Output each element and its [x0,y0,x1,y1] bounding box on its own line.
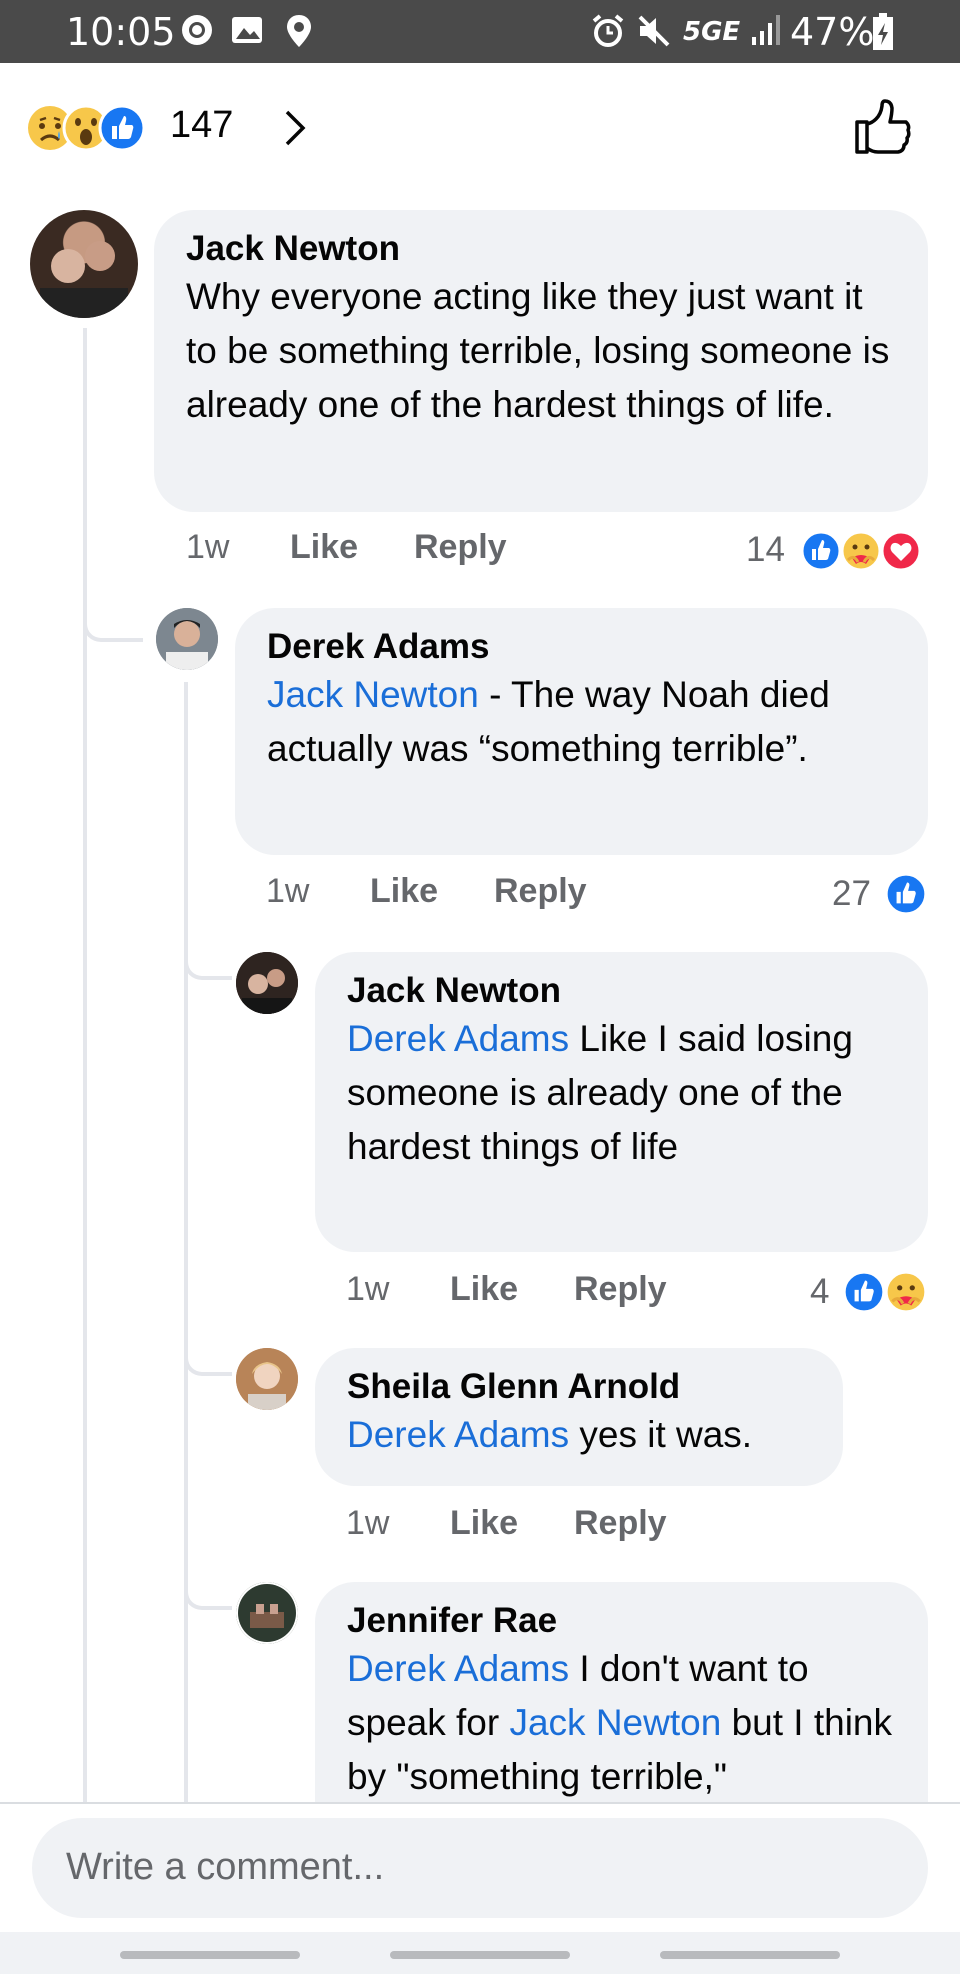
comment-text: Jack Newton - The way Noah died actually… [267,674,830,769]
comment-actions: 1w Like Reply [346,1270,928,1320]
like-reaction-icon [800,530,842,572]
like-reaction-icon [842,1270,886,1314]
reply-button[interactable]: Reply [574,1270,667,1309]
mention-link[interactable]: Derek Adams [347,1414,569,1455]
comment-text: Why everyone acting like they just want … [186,276,890,425]
thread-branch [184,950,232,980]
comment-input[interactable] [66,1846,886,1889]
like-reaction-icon [98,104,146,152]
reply-button[interactable]: Reply [494,872,587,911]
mention-link[interactable]: Derek Adams [347,1018,569,1059]
thread-branch [83,600,143,642]
comment-actions: 1w Like Reply [346,1504,846,1554]
nav-home-button[interactable] [390,1951,570,1959]
care-reaction-icon [840,530,882,572]
nav-back-button[interactable] [660,1951,840,1959]
battery-percent: 47% [790,10,875,54]
comment-reaction-count[interactable]: 27 [832,874,871,914]
mention-link[interactable]: Jack Newton [267,674,479,715]
avatar[interactable] [236,1348,298,1410]
status-bar: 10:05 5GE 47% [0,0,960,63]
signal-icon [752,15,780,45]
mention-link[interactable]: Derek Adams [347,1648,569,1689]
comment-text: Derek Adams I don't want to speak for Ja… [347,1648,893,1797]
comment-author[interactable]: Jack Newton [347,970,896,1012]
comment-author[interactable]: Sheila Glenn Arnold [347,1366,811,1408]
thread-branch [184,1346,232,1376]
reply-button[interactable]: Reply [574,1504,667,1543]
system-nav-bar [0,1932,960,1974]
avatar[interactable] [30,210,138,318]
avatar[interactable] [236,952,298,1014]
avatar[interactable] [156,608,218,670]
like-button[interactable]: Like [370,872,438,911]
mention-link[interactable]: Jack Newton [509,1702,721,1743]
battery-charging-icon [873,13,893,50]
like-reaction-icon [884,872,928,916]
comment-input-container[interactable] [32,1818,928,1918]
location-icon [287,15,311,47]
thread-branch [184,1580,232,1610]
comment-composer [0,1802,960,1932]
reply-button[interactable]: Reply [414,528,507,567]
reaction-count: 147 [170,104,234,146]
thread-line-reply [184,682,188,1802]
like-button[interactable]: Like [450,1504,518,1543]
comment-author[interactable]: Jack Newton [186,228,896,270]
whatsapp-icon [182,15,212,45]
comment-reaction-count[interactable]: 14 [746,530,785,570]
comment-author[interactable]: Derek Adams [267,626,896,668]
comment-time[interactable]: 1w [186,528,229,567]
status-time: 10:05 [66,10,176,54]
comment-time[interactable]: 1w [346,1270,389,1309]
chevron-right-icon[interactable] [282,108,308,148]
nav-recents-button[interactable] [120,1951,300,1959]
alarm-icon [592,14,624,47]
comment-text: Derek Adams yes it was. [347,1414,753,1455]
thumbs-up-outline-icon[interactable] [852,98,912,156]
comment-bubble: Jack Newton Why everyone acting like the… [154,210,928,512]
comment-time[interactable]: 1w [346,1504,389,1543]
mute-icon [638,15,670,47]
comment-actions: 1w Like Reply [266,872,928,922]
gallery-icon [232,17,262,43]
comment-text: Derek Adams Like I said losing someone i… [347,1018,853,1167]
avatar[interactable] [236,1582,298,1644]
network-type: 5GE [683,17,741,47]
comment-bubble: Sheila Glenn Arnold Derek Adams yes it w… [315,1348,843,1486]
care-reaction-icon [884,1270,928,1314]
comment-author[interactable]: Jennifer Rae [347,1600,896,1642]
comment-bubble: Derek Adams Jack Newton - The way Noah d… [235,608,928,855]
love-reaction-icon [880,530,922,572]
like-button[interactable]: Like [290,528,358,567]
comment-time[interactable]: 1w [266,872,309,911]
comment-bubble: Jack Newton Derek Adams Like I said losi… [315,952,928,1252]
thread-line-main [83,328,87,1802]
like-button[interactable]: Like [450,1270,518,1309]
comment-reaction-count[interactable]: 4 [810,1272,829,1312]
reaction-summary[interactable]: 147 [26,98,926,156]
